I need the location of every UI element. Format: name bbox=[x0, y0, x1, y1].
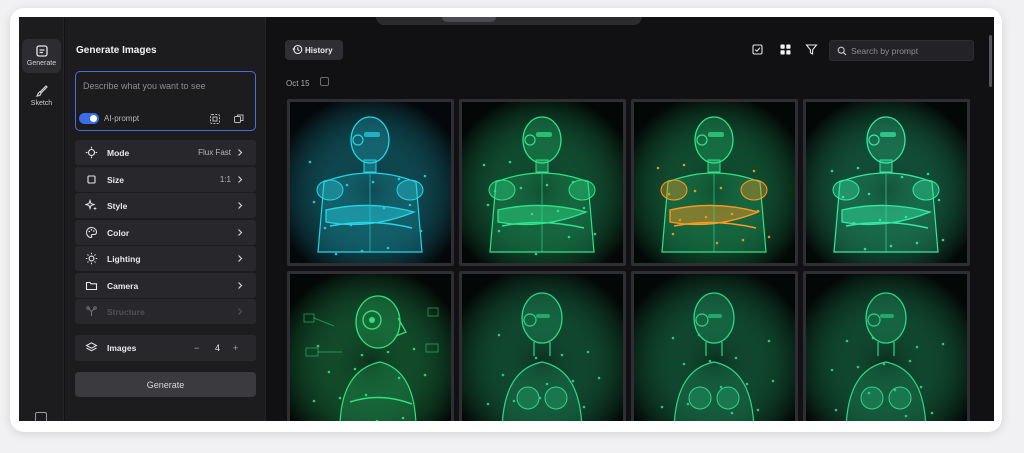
generated-image-tile[interactable] bbox=[287, 99, 454, 266]
camera-icon bbox=[85, 281, 98, 290]
rail-item-sketch[interactable]: Sketch bbox=[22, 79, 61, 113]
structure-icon bbox=[86, 306, 97, 316]
generate-panel: Generate Images AI-prompt Mode Flux Fast… bbox=[65, 17, 266, 421]
size-icon bbox=[87, 174, 96, 184]
setting-style[interactable]: Style bbox=[75, 193, 256, 218]
prompt-box: AI-prompt bbox=[75, 71, 256, 131]
robot-illustration bbox=[806, 102, 967, 263]
panel-title: Generate Images bbox=[76, 45, 157, 56]
ai-prompt-label: AI-prompt bbox=[104, 114, 140, 123]
chevron-right-icon bbox=[238, 255, 243, 262]
robot-illustration bbox=[806, 274, 967, 421]
setting-label: Structure bbox=[107, 307, 145, 317]
generated-image-tile[interactable] bbox=[631, 271, 798, 421]
rail-item-generate[interactable]: Generate bbox=[22, 39, 61, 73]
setting-label: Camera bbox=[107, 280, 139, 291]
images-label: Images bbox=[107, 343, 137, 353]
copy-icon[interactable] bbox=[233, 113, 245, 125]
robot-illustration bbox=[462, 102, 623, 263]
rail-label-generate: Generate bbox=[26, 60, 57, 67]
chevron-right-icon bbox=[238, 281, 243, 289]
setting-color[interactable]: Color bbox=[75, 219, 256, 245]
setting-lighting[interactable]: Lighting bbox=[75, 246, 256, 271]
images-increment-button[interactable]: + bbox=[233, 343, 238, 353]
panel-toggle-icon[interactable] bbox=[35, 412, 47, 421]
setting-value: 1:1 bbox=[219, 174, 231, 184]
mode-icon bbox=[85, 146, 98, 159]
history-label: History bbox=[305, 45, 333, 55]
date-group-checkbox[interactable] bbox=[320, 77, 329, 86]
palette-icon bbox=[85, 226, 98, 238]
setting-label: Size bbox=[107, 174, 125, 185]
setting-label: Mode bbox=[107, 148, 130, 158]
setting-size[interactable]: Size 1:1 bbox=[75, 166, 256, 192]
style-icon bbox=[85, 199, 97, 211]
chevron-right-icon bbox=[238, 228, 243, 236]
setting-label: Lighting bbox=[107, 254, 141, 264]
top-drag-handle[interactable] bbox=[376, 17, 642, 25]
generated-image-tile[interactable] bbox=[287, 271, 454, 421]
generated-image-tile[interactable] bbox=[803, 99, 970, 266]
generated-image-tile[interactable] bbox=[631, 99, 798, 266]
image-upload-icon[interactable] bbox=[209, 113, 221, 125]
robot-illustration bbox=[462, 274, 623, 421]
prompt-input[interactable] bbox=[83, 78, 248, 94]
generated-image-tile[interactable] bbox=[803, 271, 970, 421]
ai-prompt-toggle[interactable] bbox=[79, 113, 99, 124]
generated-image-tile[interactable] bbox=[459, 99, 626, 266]
grid-view-icon[interactable] bbox=[779, 43, 792, 56]
rail-label-sketch: Sketch bbox=[30, 100, 53, 107]
robot-illustration bbox=[634, 274, 795, 421]
robot-illustration bbox=[634, 102, 795, 263]
scrollbar[interactable] bbox=[989, 35, 992, 87]
date-group-label: Oct 15 bbox=[286, 79, 310, 88]
layers-icon bbox=[85, 342, 98, 352]
settings-list: Mode Flux Fast Size 1:1 Style Color Ligh… bbox=[75, 140, 256, 326]
setting-camera[interactable]: Camera bbox=[75, 272, 256, 298]
images-count-value: 4 bbox=[215, 343, 221, 353]
chevron-right-icon bbox=[238, 149, 243, 156]
generated-image-tile[interactable] bbox=[459, 271, 626, 421]
generate-button[interactable]: Generate bbox=[75, 372, 256, 397]
setting-value: Flux Fast bbox=[198, 148, 231, 157]
select-checkbox-icon[interactable] bbox=[751, 43, 764, 56]
gallery-area: History Oct 15 bbox=[267, 17, 994, 421]
chevron-right-icon bbox=[238, 202, 243, 209]
images-decrement-button[interactable]: − bbox=[194, 343, 199, 353]
search-box bbox=[829, 40, 974, 61]
search-input[interactable] bbox=[851, 44, 969, 58]
icon-rail: Generate Sketch bbox=[19, 17, 64, 421]
lighting-icon bbox=[85, 252, 98, 265]
chevron-right-icon bbox=[238, 308, 243, 315]
setting-mode[interactable]: Mode Flux Fast bbox=[75, 140, 256, 165]
robot-illustration bbox=[290, 274, 451, 421]
images-count-row: Images − 4 + bbox=[75, 335, 256, 361]
setting-structure[interactable]: Structure bbox=[75, 299, 256, 324]
generate-icon bbox=[35, 45, 48, 57]
chevron-right-icon bbox=[238, 175, 243, 183]
filter-icon[interactable] bbox=[805, 43, 818, 56]
history-icon bbox=[292, 44, 303, 55]
top-pill[interactable] bbox=[442, 17, 496, 22]
search-icon bbox=[837, 46, 847, 56]
brush-icon bbox=[35, 85, 48, 97]
robot-illustration bbox=[290, 102, 451, 263]
history-button[interactable]: History bbox=[285, 40, 343, 60]
app: Generate Sketch Generate Images AI-promp… bbox=[19, 17, 994, 421]
setting-label: Style bbox=[107, 201, 128, 211]
setting-label: Color bbox=[107, 227, 130, 238]
